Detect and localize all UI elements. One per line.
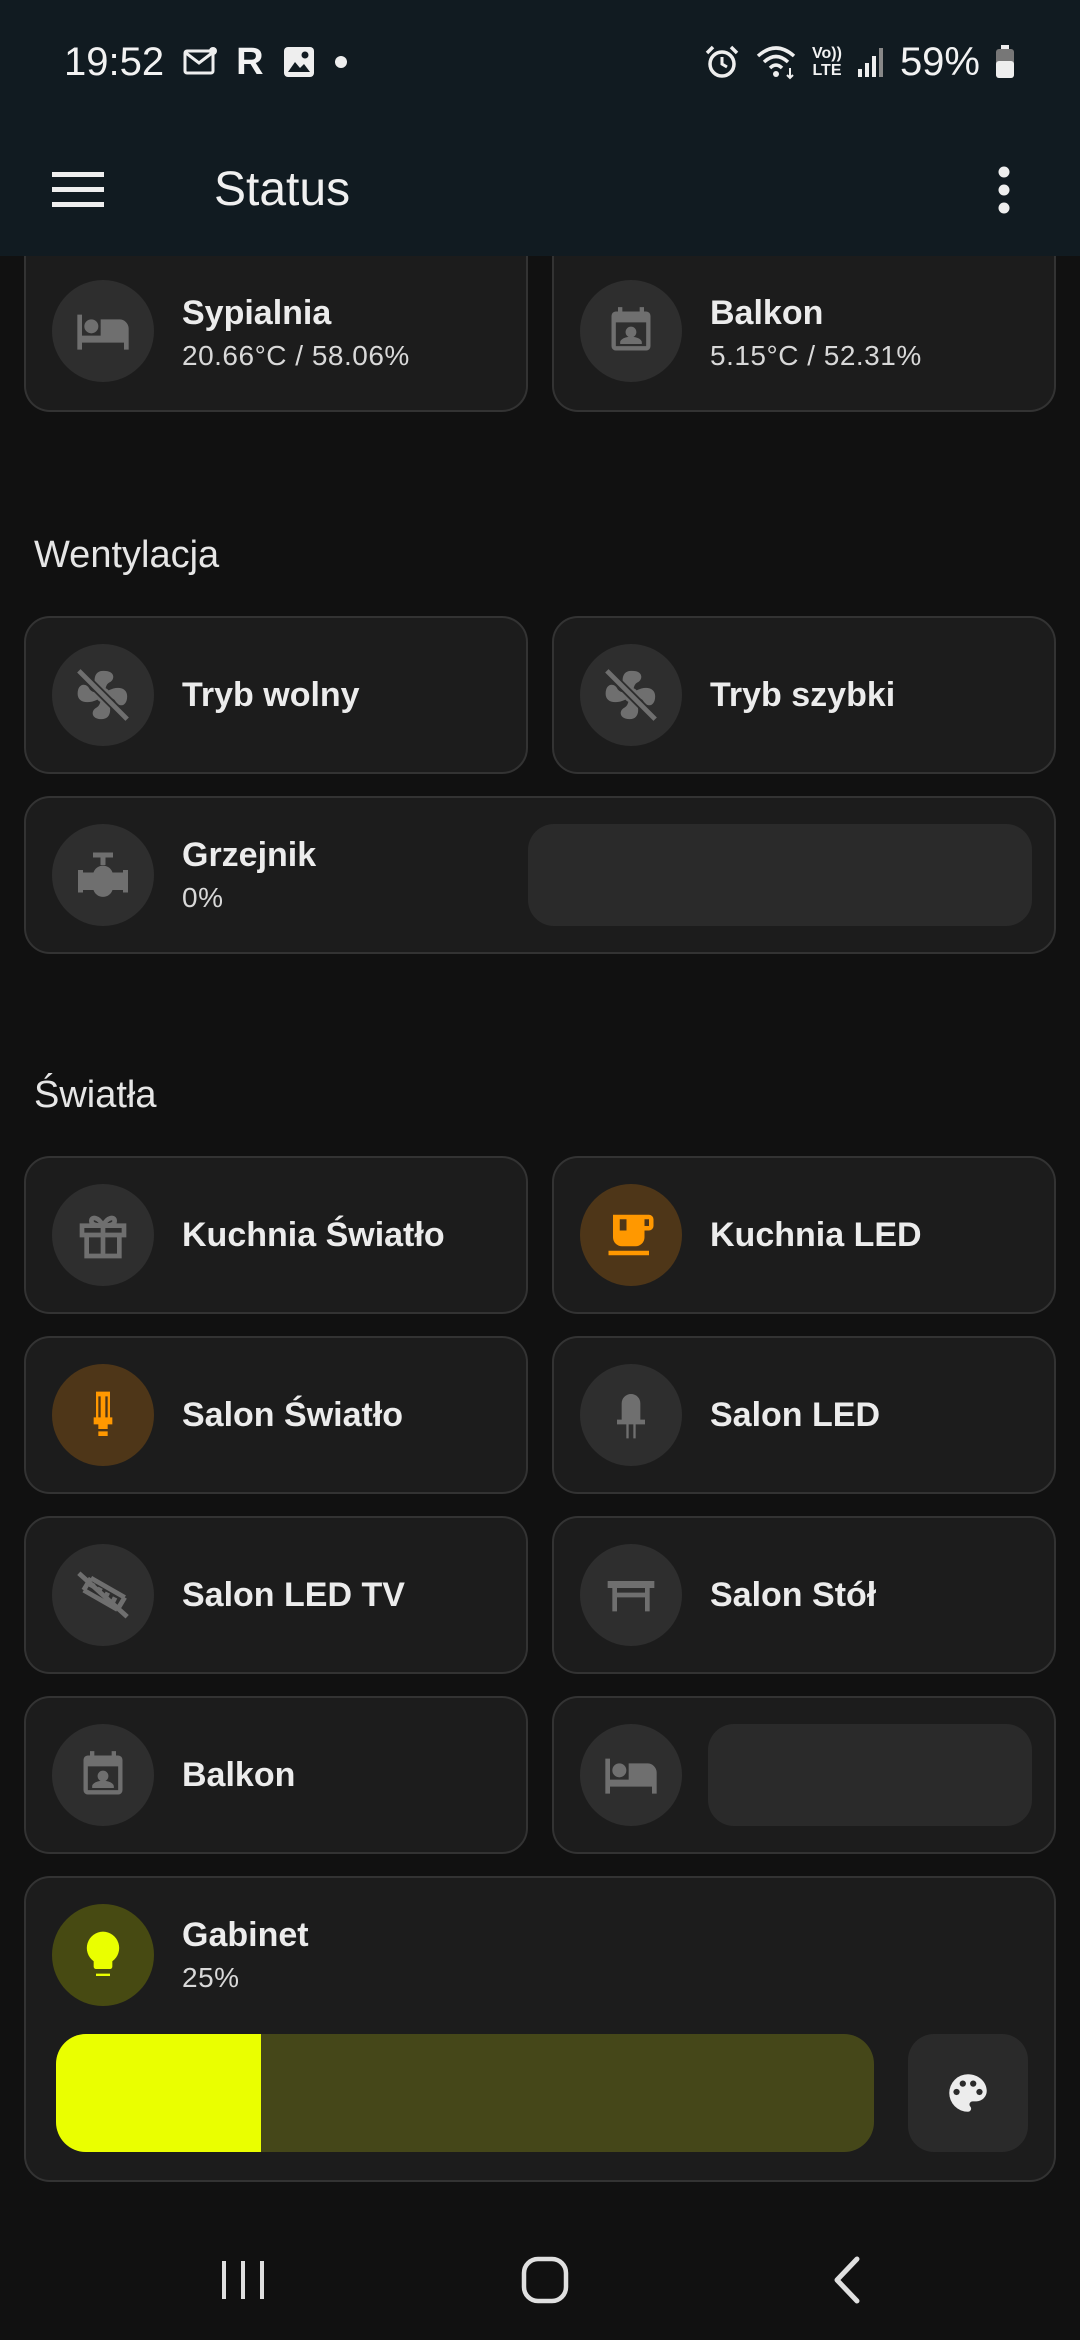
brightness-slider[interactable] bbox=[56, 2034, 874, 2152]
app-bar: Status bbox=[0, 124, 1080, 256]
card-name: Salon LED TV bbox=[182, 1576, 405, 1614]
led-strip-off-icon bbox=[77, 1571, 129, 1619]
card-state: 0% bbox=[182, 882, 224, 913]
led-icon bbox=[617, 1394, 645, 1439]
icon-circle bbox=[52, 1364, 154, 1466]
status-time: 19:52 bbox=[64, 39, 165, 84]
section-title-ventilation: Wentylacja bbox=[34, 534, 220, 576]
battery-icon bbox=[994, 44, 1016, 80]
light-card-salon-led[interactable]: Salon LED bbox=[552, 1336, 1056, 1494]
palette-icon bbox=[949, 2074, 987, 2112]
icon-circle bbox=[52, 824, 154, 926]
light-card-gabinet[interactable]: Gabinet 25% bbox=[24, 1876, 1056, 2182]
light-card-kuchnia-led[interactable]: Kuchnia LED bbox=[552, 1156, 1056, 1314]
more-vert-icon bbox=[998, 166, 1010, 214]
card-name: Grzejnik bbox=[182, 836, 317, 874]
fan-off-icon bbox=[603, 667, 659, 723]
icon-circle bbox=[52, 280, 154, 382]
card-name: Tryb wolny bbox=[182, 676, 360, 714]
radiator-card-grzejnik[interactable]: Grzejnik 0% bbox=[24, 796, 1056, 954]
home-button[interactable] bbox=[500, 2240, 590, 2320]
card-name: Salon LED bbox=[710, 1396, 881, 1434]
hamburger-icon bbox=[52, 172, 104, 207]
icon-circle bbox=[52, 644, 154, 746]
top-bar: 19:52 R Vo)) LTE 59% Status bbox=[0, 0, 1080, 256]
home-icon bbox=[521, 2256, 569, 2304]
card-name: Gabinet bbox=[182, 1916, 309, 1954]
system-nav-bar bbox=[0, 2210, 1080, 2340]
sensor-card-balkon[interactable]: Balkon 5.15°C / 52.31% bbox=[552, 256, 1056, 412]
card-name: Sypialnia bbox=[182, 294, 332, 332]
icon-circle bbox=[52, 1904, 154, 2006]
back-icon bbox=[834, 2256, 860, 2304]
recent-apps-icon bbox=[222, 2261, 264, 2299]
calendar-account-icon bbox=[83, 1751, 123, 1795]
volte-label-top: Vo)) bbox=[812, 45, 842, 62]
fluorescent-bulb-icon bbox=[93, 1391, 113, 1436]
icon-circle bbox=[580, 644, 682, 746]
icon-circle bbox=[580, 280, 682, 382]
card-name: Kuchnia Światło bbox=[182, 1216, 445, 1254]
light-card-balkon[interactable]: Balkon bbox=[24, 1696, 528, 1854]
wifi-icon bbox=[754, 44, 798, 80]
icon-circle bbox=[580, 1544, 682, 1646]
calendar-account-icon bbox=[611, 307, 651, 351]
icon-circle bbox=[580, 1184, 682, 1286]
card-name: Balkon bbox=[182, 1756, 296, 1794]
icon-circle bbox=[52, 1724, 154, 1826]
card-name: Tryb szybki bbox=[710, 676, 896, 714]
fan-card-tryb-szybki[interactable]: Tryb szybki bbox=[552, 616, 1056, 774]
gift-off-icon bbox=[79, 1215, 127, 1259]
light-card-kuchnia-swiatlo[interactable]: Kuchnia Światło bbox=[24, 1156, 528, 1314]
card-name: Salon Stół bbox=[710, 1576, 877, 1614]
table-icon bbox=[607, 1581, 655, 1612]
back-button[interactable] bbox=[802, 2240, 892, 2320]
bed-icon bbox=[605, 1758, 657, 1794]
card-state: 20.66°C / 58.06% bbox=[182, 340, 410, 371]
card-name: Salon Światło bbox=[182, 1396, 404, 1434]
mail-icon bbox=[182, 46, 218, 78]
lightbulb-icon bbox=[86, 1931, 120, 1976]
icon-circle bbox=[580, 1724, 682, 1826]
sensor-card-sypialnia[interactable]: Sypialnia 20.66°C / 58.06% bbox=[24, 256, 528, 412]
section-title-lights: Światła bbox=[34, 1074, 157, 1116]
r-app-icon: R bbox=[236, 40, 264, 83]
battery-percent: 59% bbox=[899, 39, 980, 84]
dot-icon bbox=[334, 55, 348, 69]
light-card-salon-swiatlo[interactable]: Salon Światło bbox=[24, 1336, 528, 1494]
valve-icon bbox=[78, 852, 128, 897]
light-card-salon-stol[interactable]: Salon Stół bbox=[552, 1516, 1056, 1674]
radiator-slider[interactable] bbox=[528, 824, 1032, 926]
alarm-icon bbox=[704, 44, 740, 80]
light-card-bedroom[interactable] bbox=[552, 1696, 1056, 1854]
cup-icon bbox=[608, 1214, 654, 1256]
fan-card-tryb-wolny[interactable]: Tryb wolny bbox=[24, 616, 528, 774]
volte-icon: Vo)) LTE bbox=[812, 45, 842, 79]
icon-circle bbox=[580, 1364, 682, 1466]
color-picker-button[interactable] bbox=[908, 2034, 1028, 2152]
fan-off-icon bbox=[75, 667, 131, 723]
brightness-slider-fill bbox=[56, 2034, 261, 2152]
bedroom-light-placeholder[interactable] bbox=[708, 1724, 1032, 1826]
light-card-salon-led-tv[interactable]: Salon LED TV bbox=[24, 1516, 528, 1674]
recent-apps-button[interactable] bbox=[198, 2240, 288, 2320]
card-state: 5.15°C / 52.31% bbox=[710, 340, 922, 371]
page-title: Status bbox=[214, 163, 351, 216]
card-name: Balkon bbox=[710, 294, 824, 332]
card-name: Kuchnia LED bbox=[710, 1216, 922, 1254]
gallery-icon bbox=[282, 45, 316, 79]
bed-icon bbox=[77, 314, 129, 350]
menu-button[interactable] bbox=[46, 158, 110, 222]
icon-circle bbox=[52, 1544, 154, 1646]
icon-circle bbox=[52, 1184, 154, 1286]
card-state: 25% bbox=[182, 1962, 240, 1993]
signal-icon bbox=[856, 45, 886, 79]
status-bar: 19:52 R Vo)) LTE 59% bbox=[0, 0, 1080, 124]
overflow-menu-button[interactable] bbox=[972, 158, 1036, 222]
volte-label-bottom: LTE bbox=[812, 62, 842, 79]
